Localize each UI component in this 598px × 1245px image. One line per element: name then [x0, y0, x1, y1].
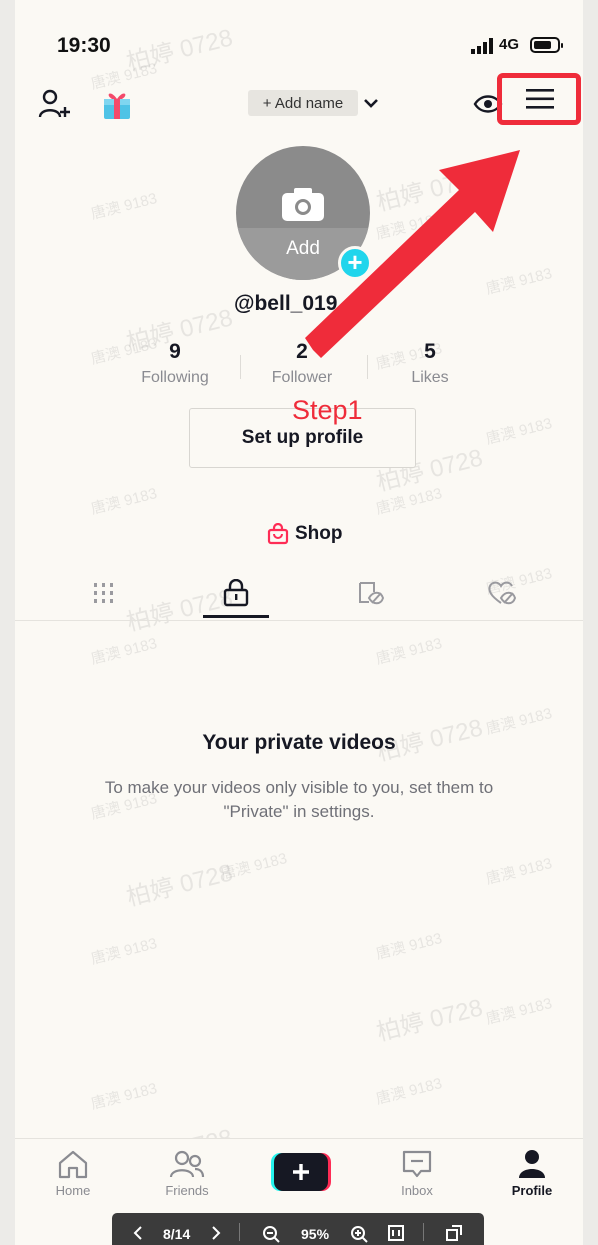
camera-icon [282, 188, 324, 221]
nav-label: Inbox [401, 1183, 433, 1198]
stat-value: 9 [169, 340, 181, 363]
profile-icon [519, 1150, 545, 1178]
battery-icon [530, 37, 563, 53]
actual-size-icon[interactable] [388, 1225, 404, 1241]
watermark: 唐澳 9183 [89, 485, 159, 518]
zoom-level: 95% [301, 1226, 330, 1242]
watermark: 柏婷 0728 [124, 859, 236, 912]
nav-label: Profile [511, 1183, 553, 1198]
username: @bell_019 [234, 292, 338, 315]
rotate-icon[interactable] [446, 1225, 462, 1241]
watermark: 唐澳 9183 [219, 850, 289, 883]
chevron-right-icon[interactable] [210, 1225, 222, 1241]
shop-label: Shop [295, 523, 343, 544]
watermark: 唐澳 9183 [374, 485, 444, 518]
watermark: 唐澳 9183 [484, 995, 554, 1028]
watermark: 唐澳 9183 [374, 635, 444, 668]
nav-home[interactable]: Home [33, 1149, 113, 1198]
watermark: 唐澳 9183 [484, 415, 554, 448]
bottom-nav: Home Friends Inbox Profile [15, 1138, 583, 1211]
stat-label: Follower [271, 369, 333, 386]
tab-liked[interactable] [431, 568, 573, 618]
zoom-in-icon[interactable] [350, 1225, 368, 1243]
watermark: 唐澳 9183 [89, 1080, 159, 1113]
stat-value: 5 [424, 340, 436, 363]
shop-bag-icon [267, 523, 289, 545]
nav-friends[interactable]: Friends [147, 1149, 227, 1198]
network-type: 4G [499, 36, 520, 53]
toolbar-divider [423, 1223, 424, 1241]
reposts-icon [359, 582, 384, 605]
qr-code-icon[interactable] [348, 298, 362, 314]
shop-link[interactable]: Shop [267, 520, 343, 548]
private-lock-icon [223, 579, 249, 607]
chevron-down-icon[interactable] [361, 93, 381, 113]
nav-inbox[interactable]: Inbox [377, 1149, 457, 1198]
eye-icon [473, 95, 503, 113]
tab-private[interactable] [165, 568, 307, 618]
stat-followers[interactable]: 2 Follower [237, 340, 367, 387]
nav-label: Friends [165, 1183, 209, 1198]
friends-icon [169, 1150, 205, 1178]
content-tabs [15, 568, 583, 621]
nav-profile[interactable]: Profile [492, 1149, 572, 1198]
empty-state-description: To make your videos only visible to you,… [104, 778, 494, 821]
signal-icon [471, 38, 493, 54]
viewer-toolbar: 8/14 95% [112, 1213, 484, 1245]
watermark: 唐澳 9183 [374, 1075, 444, 1108]
stat-value: 2 [296, 340, 308, 363]
profile-stats: 9 Following 2 Follower 5 Likes [15, 340, 583, 400]
watermark: 唐澳 9183 [484, 265, 554, 298]
watermark: 唐澳 9183 [374, 210, 444, 243]
stat-label: Following [141, 369, 209, 386]
add-user-icon [38, 89, 70, 118]
zoom-out-icon[interactable] [262, 1225, 280, 1243]
home-icon [58, 1150, 88, 1179]
gift-icon [104, 93, 130, 119]
phone-screen: 柏婷 0728 唐澳 9183 柏婷 0728 唐澳 9183 唐澳 9183 … [15, 0, 583, 1245]
watermark: 唐澳 9183 [374, 930, 444, 963]
toolbar-divider [239, 1223, 240, 1241]
watermark: 唐澳 9183 [89, 635, 159, 668]
gift-button[interactable] [97, 84, 137, 124]
stat-following[interactable]: 9 Following [110, 340, 240, 387]
add-friend-button[interactable] [35, 84, 75, 124]
watermark: 唐澳 9183 [484, 855, 554, 888]
page-indicator: 8/14 [163, 1226, 191, 1242]
inbox-icon [402, 1150, 432, 1178]
watermark: 唐澳 9183 [89, 190, 159, 223]
menu-button[interactable] [500, 76, 580, 122]
status-time: 19:30 [57, 34, 111, 57]
chevron-left-icon[interactable] [132, 1225, 144, 1241]
battery-level [534, 41, 551, 49]
watermark: 柏婷 0728 [374, 164, 486, 217]
watermark: 柏婷 0728 [124, 24, 236, 77]
stats-divider [367, 355, 368, 379]
step-label: Step1 [292, 395, 363, 425]
watermark: 唐澳 9183 [89, 935, 159, 968]
liked-icon [488, 581, 517, 605]
create-plus-icon[interactable] [271, 1153, 331, 1191]
stat-likes[interactable]: 5 Likes [365, 340, 495, 387]
watermark: 柏婷 0728 [374, 994, 486, 1047]
stat-label: Likes [411, 369, 449, 386]
tab-reposts[interactable] [299, 568, 441, 618]
menu-icon [526, 89, 554, 109]
active-tab-indicator [203, 615, 269, 618]
avatar-add-button[interactable]: + [338, 246, 372, 280]
tab-videos[interactable] [33, 568, 175, 618]
stats-divider [240, 355, 241, 379]
empty-state-title: Your private videos [202, 731, 396, 754]
nav-label: Home [55, 1183, 91, 1198]
videos-grid-icon [94, 583, 113, 603]
add-name-button[interactable]: + Add name [248, 90, 358, 116]
